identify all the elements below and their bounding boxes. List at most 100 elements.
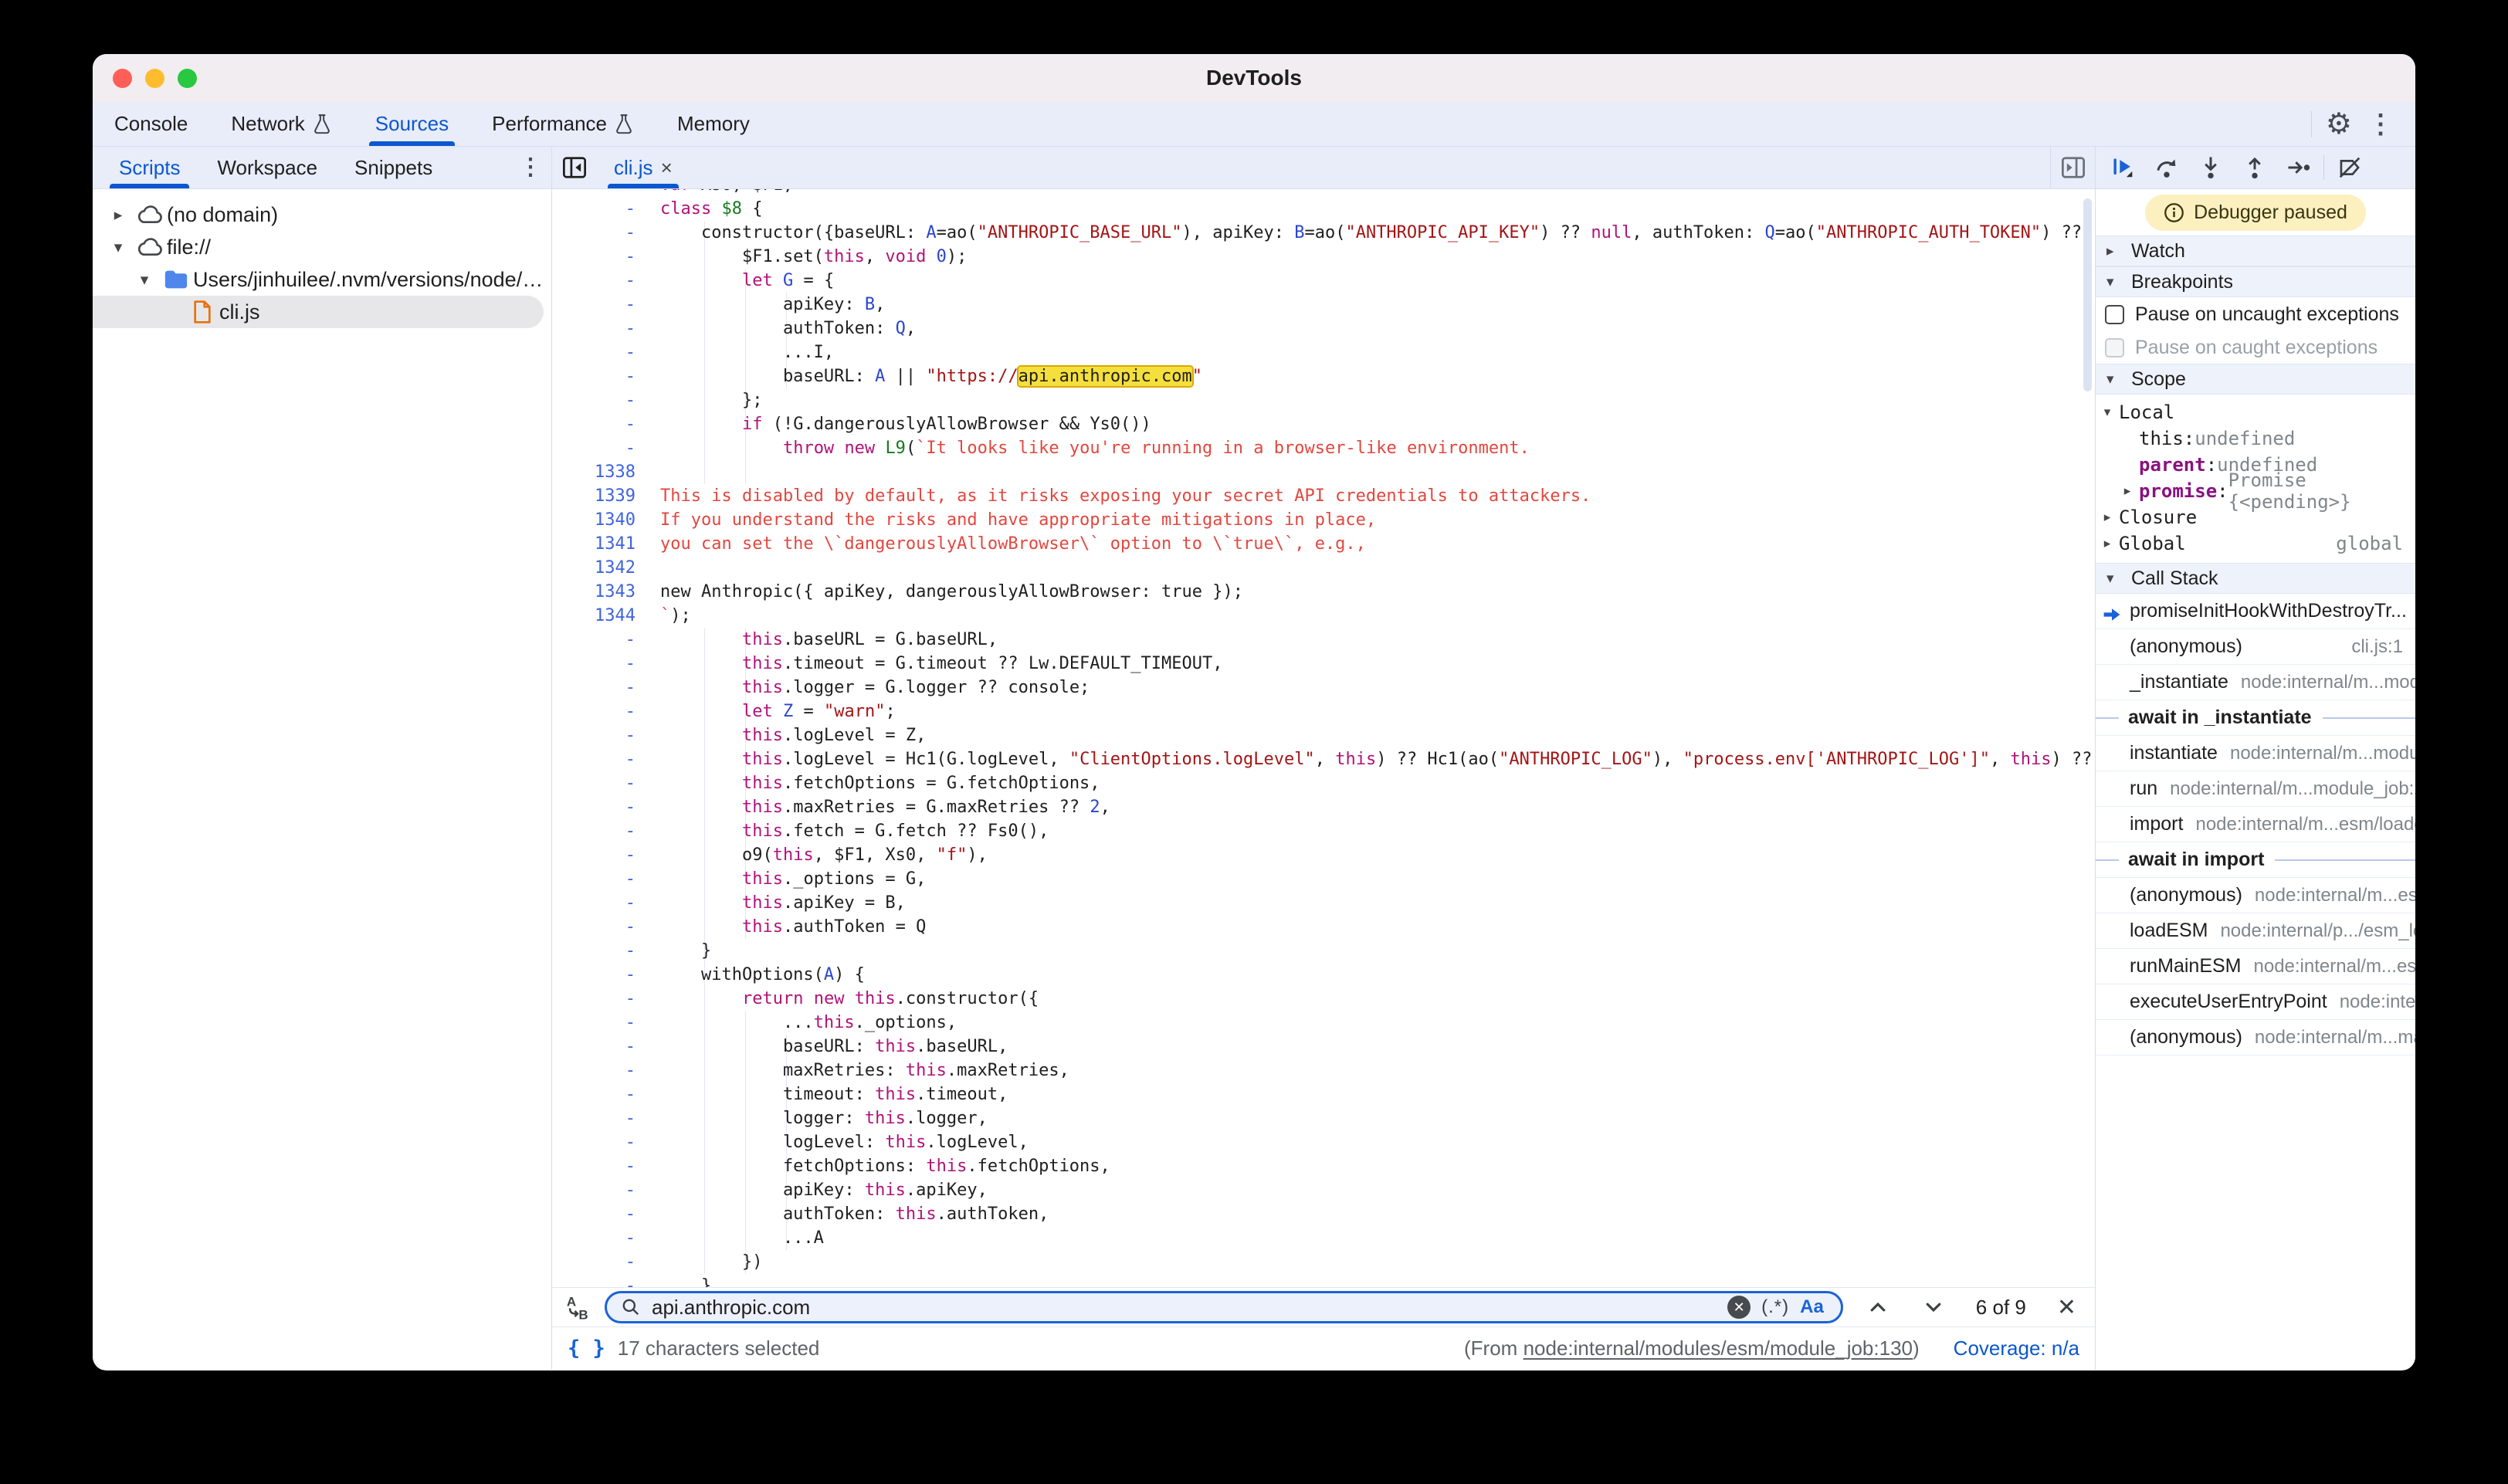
stack-frame--anonymous-[interactable]: (anonymous)cli.js:1 (2096, 629, 2415, 665)
navigator-tab-snippets[interactable]: Snippets (336, 147, 451, 188)
stack-frame-instantiate[interactable]: instantiatenode:internal/m...module_job:… (2096, 736, 2415, 771)
gutter-line-number[interactable]: - (552, 771, 635, 795)
navigator-tab-scripts[interactable]: Scripts (100, 147, 198, 188)
close-window-button[interactable] (113, 69, 132, 88)
gutter-line-number[interactable]: 1343 (552, 580, 635, 604)
gutter-line-number[interactable]: - (552, 221, 635, 245)
stack-frame-promiseinithookwithdestroytr-[interactable]: promiseInitHookWithDestroyTr...node:inte… (2096, 594, 2415, 629)
scope-var-promise[interactable]: ▸promise: Promise {<pending>} (2096, 478, 2415, 504)
gutter-line-number[interactable]: - (552, 795, 635, 819)
chevron-right-icon[interactable]: ▸ (2096, 510, 2119, 525)
gutter-line-number[interactable]: - (552, 1011, 635, 1035)
checkbox-box[interactable] (2105, 338, 2124, 357)
tree-item--no-domain-[interactable]: ▸(no domain) (93, 198, 551, 231)
gutter-line-number[interactable]: - (552, 1250, 635, 1274)
gutter-line-number[interactable]: - (552, 676, 635, 700)
stack-frame-loadesm[interactable]: loadESMnode:internal/p.../esm_loader:34 (2096, 913, 2415, 949)
close-tab-icon[interactable]: × (661, 156, 673, 180)
show-debugger-panel-icon[interactable] (2050, 147, 2095, 188)
gutter-line-number[interactable]: - (552, 388, 635, 412)
gutter-line-number[interactable]: - (552, 1274, 635, 1287)
gutter-line-number[interactable]: - (552, 843, 635, 867)
scope-group-local[interactable]: ▾Local (2096, 399, 2415, 425)
tab-console[interactable]: Console (93, 102, 209, 146)
coverage-link[interactable]: Coverage: n/a (1954, 1337, 2079, 1360)
tree-item-users-jinhuilee-nvm-versions-node-v2-[interactable]: ▾Users/jinhuilee/.nvm/versions/node/v2..… (93, 263, 551, 296)
gutter-line-number[interactable]: - (552, 1226, 635, 1250)
checkbox-box[interactable] (2105, 305, 2124, 324)
section-watch[interactable]: ▸ Watch (2096, 235, 2415, 266)
regex-icon[interactable]: (.*) (1761, 1296, 1789, 1318)
gutter-line-number[interactable]: - (552, 915, 635, 939)
step-icon[interactable] (2276, 147, 2320, 189)
gutter-line-number[interactable]: - (552, 1154, 635, 1178)
gutter-line-number[interactable]: 1341 (552, 532, 635, 556)
gutter-line-number[interactable]: - (552, 317, 635, 341)
chevron-right-icon[interactable]: ▸ (2096, 536, 2119, 551)
step-into-icon[interactable] (2188, 147, 2232, 189)
checkbox-pause-on-caught-exceptions[interactable]: Pause on caught exceptions (2096, 330, 2415, 364)
chevron-down-icon[interactable]: ▾ (130, 270, 159, 290)
navigator-kebab-icon[interactable]: ⋮ (510, 147, 551, 188)
tree-item-file-[interactable]: ▾file:// (93, 231, 551, 263)
settings-gear-icon[interactable]: ⚙ (2326, 110, 2352, 139)
gutter-line-number[interactable]: - (552, 1202, 635, 1226)
gutter-line-number[interactable]: - (552, 867, 635, 891)
gutter-line-number[interactable]: - (552, 436, 635, 460)
gutter-line-number[interactable]: 1339 (552, 484, 635, 508)
resume-icon[interactable] (2100, 147, 2144, 189)
section-scope[interactable]: ▾ Scope (2096, 364, 2415, 395)
stack-frame--instantiate[interactable]: _instantiatenode:internal/m...module_job… (2096, 665, 2415, 700)
hide-navigator-icon[interactable] (552, 147, 597, 188)
gutter-line-number[interactable]: - (552, 189, 635, 197)
close-search-icon[interactable]: ✕ (2048, 1294, 2083, 1321)
gutter-line-number[interactable]: - (552, 628, 635, 652)
gutter-line-number[interactable]: 1344 (552, 604, 635, 628)
section-call-stack[interactable]: ▾ Call Stack (2096, 563, 2415, 594)
tab-cli-js[interactable]: cli.js × (600, 147, 686, 188)
section-breakpoints[interactable]: ▾ Breakpoints (2096, 266, 2415, 297)
stack-frame-run[interactable]: runnode:internal/m...module_job:214 (2096, 771, 2415, 807)
checkbox-pause-on-uncaught-exceptions[interactable]: Pause on uncaught exceptions (2096, 297, 2415, 330)
gutter-line-number[interactable]: - (552, 939, 635, 963)
gutter-line-number[interactable]: - (552, 245, 635, 269)
scope-var-this[interactable]: this: undefined (2096, 425, 2415, 452)
gutter-line-number[interactable]: - (552, 700, 635, 723)
scope-group-global[interactable]: ▸Globalglobal (2096, 530, 2415, 557)
tree-item-cli-js[interactable]: cli.js (93, 296, 544, 328)
gutter-line-number[interactable]: 1340 (552, 508, 635, 532)
deactivate-breakpoints-icon[interactable] (2327, 147, 2371, 189)
tab-network[interactable]: Network (209, 102, 353, 146)
code-editor[interactable]: -var Xs0, $F1;-class $8 {- constructor({… (552, 189, 2095, 1287)
stack-frame-runmainesm[interactable]: runMainESMnode:internal/m...es/run_main:… (2096, 949, 2415, 984)
minimize-window-button[interactable] (145, 69, 164, 88)
next-match-icon[interactable] (1913, 1297, 1954, 1317)
stack-frame--anonymous-[interactable]: (anonymous)node:internal/m...es/run_main… (2096, 878, 2415, 913)
stack-frame--anonymous-[interactable]: (anonymous)node:internal/m...main_module… (2096, 1020, 2415, 1055)
gutter-line-number[interactable]: - (552, 269, 635, 293)
match-case-icon[interactable]: Aa (1800, 1296, 1827, 1318)
gutter-line-number[interactable]: - (552, 364, 635, 388)
replace-toggle-icon[interactable]: AB (564, 1294, 591, 1320)
clear-icon[interactable]: ✕ (1727, 1296, 1751, 1319)
tab-memory[interactable]: Memory (656, 102, 771, 146)
gutter-line-number[interactable]: - (552, 1035, 635, 1059)
source-link[interactable]: node:internal/modules/esm/module_job:130 (1523, 1337, 1913, 1360)
gutter-line-number[interactable]: - (552, 1083, 635, 1106)
gutter-line-number[interactable]: - (552, 197, 635, 221)
editor-scrollbar[interactable] (2083, 198, 2092, 391)
gutter-line-number[interactable]: - (552, 1059, 635, 1083)
navigator-tab-workspace[interactable]: Workspace (198, 147, 336, 188)
gutter-line-number[interactable]: - (552, 412, 635, 436)
tab-performance[interactable]: Performance (470, 102, 656, 146)
chevron-down-icon[interactable]: ▾ (103, 238, 133, 257)
pretty-print-icon[interactable]: { } (568, 1337, 605, 1360)
chevron-right-icon[interactable]: ▸ (2116, 483, 2139, 499)
gutter-line-number[interactable]: - (552, 819, 635, 843)
gutter-line-number[interactable]: - (552, 891, 635, 915)
kebab-menu-icon[interactable]: ⋮ (2358, 111, 2403, 137)
previous-match-icon[interactable] (1857, 1297, 1899, 1317)
tab-sources[interactable]: Sources (354, 102, 470, 146)
gutter-line-number[interactable]: - (552, 652, 635, 676)
gutter-line-number[interactable]: - (552, 963, 635, 987)
